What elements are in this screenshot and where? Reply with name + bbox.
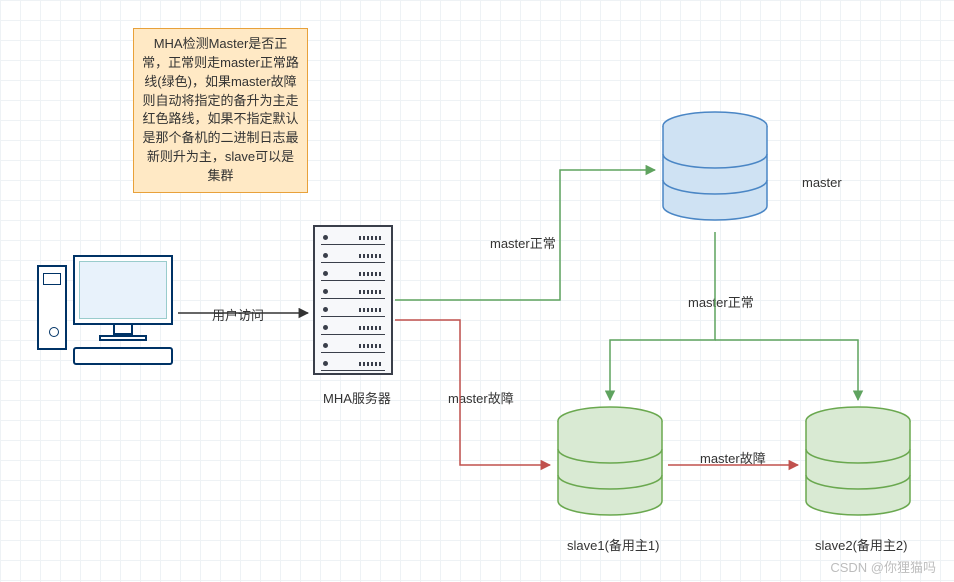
annotation-text: MHA检测Master是否正常，正常则走master正常路线(绿色)，如果mas… bbox=[142, 36, 299, 183]
master-normal-top-label: master正常 bbox=[490, 233, 556, 252]
mha-server-label: MHA服务器 bbox=[323, 388, 391, 407]
edge-master-slave2 bbox=[715, 340, 858, 400]
user-access-label: 用户访问 bbox=[212, 305, 264, 324]
master-db-label: master bbox=[802, 175, 842, 190]
diagram-canvas: MHA检测Master是否正常，正常则走master正常路线(绿色)，如果mas… bbox=[0, 0, 954, 582]
keyboard-icon bbox=[73, 347, 173, 365]
master-normal-right-label: master正常 bbox=[688, 292, 754, 311]
master-fault-left-label: master故障 bbox=[448, 388, 514, 407]
slave1-db-label: slave1(备用主1) bbox=[567, 535, 659, 554]
slave1-db-icon bbox=[555, 405, 665, 525]
slave2-db-icon bbox=[803, 405, 913, 525]
master-fault-right-label: master故障 bbox=[700, 448, 766, 467]
watermark: CSDN @你狸猫吗 bbox=[830, 557, 936, 576]
annotation-note: MHA检测Master是否正常，正常则走master正常路线(绿色)，如果mas… bbox=[133, 28, 308, 193]
slave2-db-label: slave2(备用主2) bbox=[815, 535, 907, 554]
tower-icon bbox=[37, 265, 67, 350]
master-db-icon bbox=[660, 110, 770, 230]
edge-master-slave1 bbox=[610, 232, 715, 400]
monitor-icon bbox=[73, 255, 173, 325]
client-computer-icon bbox=[37, 255, 177, 375]
mha-server-icon bbox=[313, 225, 393, 375]
